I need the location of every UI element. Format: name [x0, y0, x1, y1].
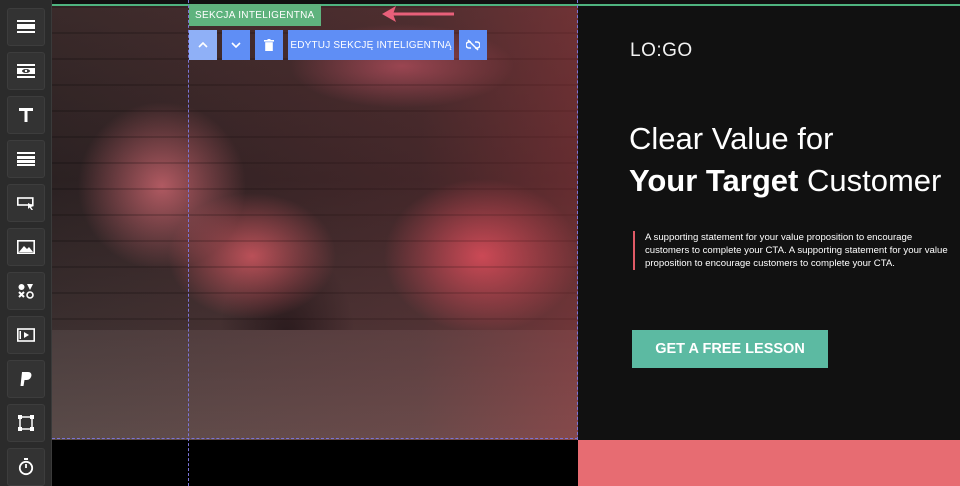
unlink-icon: [466, 39, 480, 51]
video-icon[interactable]: [7, 316, 45, 354]
headline-bold: Your Target: [629, 163, 799, 198]
button-icon[interactable]: [7, 184, 45, 222]
hero-photo[interactable]: [52, 6, 578, 440]
edit-smart-section-button[interactable]: EDYTUJ SEKCJĘ INTELIGENTNĄ: [288, 30, 454, 60]
headline[interactable]: Clear Value for Your Target Customer: [629, 118, 941, 202]
column-guide-left: [188, 0, 189, 486]
tool-sidebar: [0, 0, 52, 486]
supporting-text[interactable]: A supporting statement for your value pr…: [633, 231, 953, 270]
text-icon[interactable]: [7, 96, 45, 134]
delete-button[interactable]: [255, 30, 283, 60]
box-icon[interactable]: [7, 404, 45, 442]
timer-icon[interactable]: [7, 448, 45, 486]
smart-section-tag[interactable]: SEKCJA INTELIGENTNA: [189, 4, 321, 26]
pointer-arrow-icon: [382, 6, 454, 22]
shapes-icon[interactable]: [7, 272, 45, 310]
unlink-button[interactable]: [459, 30, 487, 60]
logo[interactable]: LO:GO: [630, 40, 693, 62]
chevron-down-icon: [231, 42, 241, 48]
move-up-button[interactable]: [189, 30, 217, 60]
hidden-section-icon[interactable]: [7, 52, 45, 90]
move-down-button[interactable]: [222, 30, 250, 60]
headline-rest: Customer: [807, 163, 942, 198]
next-section-left[interactable]: [52, 440, 578, 486]
section-guide-bottom: [52, 438, 578, 439]
trash-icon: [264, 39, 274, 51]
paypal-icon[interactable]: [7, 360, 45, 398]
rows-icon[interactable]: [7, 140, 45, 178]
chevron-up-icon: [198, 42, 208, 48]
editor-canvas: LO:GO Clear Value for Your Target Custom…: [52, 0, 960, 486]
column-guide-right: [577, 0, 578, 440]
image-icon[interactable]: [7, 228, 45, 266]
cta-button[interactable]: GET A FREE LESSON: [632, 330, 828, 368]
hero-copy: LO:GO Clear Value for Your Target Custom…: [578, 6, 960, 440]
next-section-right[interactable]: [578, 440, 960, 486]
section-icon[interactable]: [7, 8, 45, 46]
headline-line2: Your Target Customer: [629, 160, 941, 202]
headline-line1: Clear Value for: [629, 121, 834, 156]
